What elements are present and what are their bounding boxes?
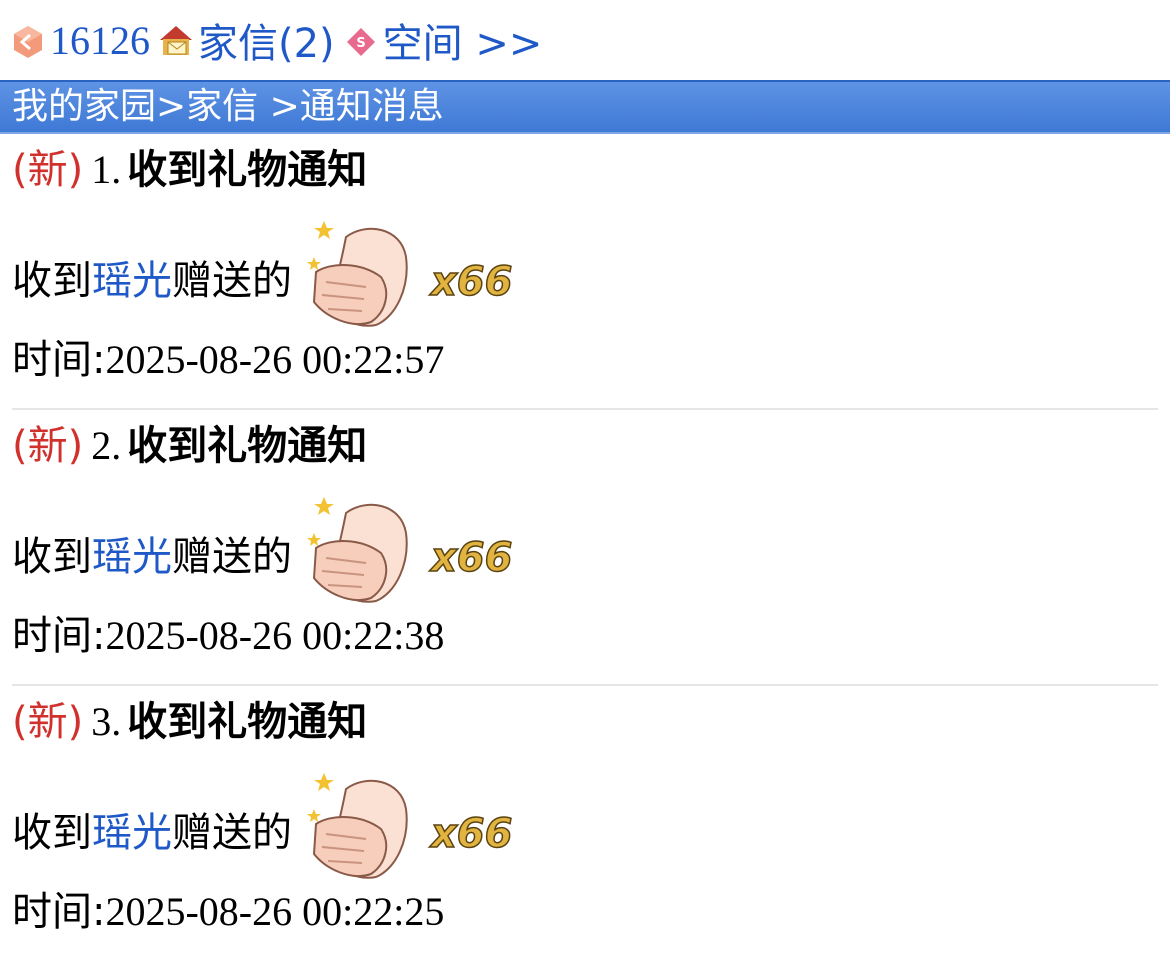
notification-time: 时间:2025-08-26 00:22:38 <box>12 613 445 659</box>
item-number: 2. <box>91 423 122 468</box>
user-cube-icon <box>10 20 46 60</box>
new-tag: (新) <box>12 699 84 745</box>
top-nav: 16126 家信(2) S 空间 >> <box>0 0 1170 80</box>
item-number: 1. <box>91 147 122 192</box>
gift-quantity: x66 <box>429 811 512 857</box>
sender-link[interactable]: 瑶光 <box>92 800 172 858</box>
gift-quantity: x66 <box>429 259 512 305</box>
gift-quantity: x66 <box>429 535 512 581</box>
notification-item: (新) 3. 收到礼物通知 收到 瑶光 赠送的 x66 时间:2025-08-26 00… <box>12 686 1158 962</box>
notification-list: (新) 1. 收到礼物通知 收到 瑶光 赠送的 x66 时间:2025-08-26 00… <box>0 134 1170 962</box>
breadcrumb: 我的家园>家信 >通知消息 <box>0 80 1170 134</box>
notification-title-row[interactable]: (新) 1. 收到礼物通知 <box>12 147 367 193</box>
clapping-hands-icon: x66 <box>306 769 576 889</box>
notification-title-row[interactable]: (新) 2. 收到礼物通知 <box>12 423 367 469</box>
notification-item: (新) 2. 收到礼物通知 收到 瑶光 赠送的 x66 时间:2025-08-26 00… <box>12 410 1158 686</box>
svg-text:S: S <box>356 36 365 51</box>
message-suffix: 赠送的 <box>172 810 292 856</box>
notification-time: 时间:2025-08-26 00:22:57 <box>12 337 445 383</box>
space-link[interactable]: 空间 >> <box>383 11 543 69</box>
time-label: 时间: <box>12 613 106 659</box>
clapping-hands-icon: x66 <box>306 217 576 337</box>
time-label: 时间: <box>12 889 106 935</box>
gift-message: 收到 瑶光 赠送的 x66 <box>12 497 576 608</box>
notification-item: (新) 1. 收到礼物通知 收到 瑶光 赠送的 x66 时间:2025-08-26 00… <box>12 134 1158 410</box>
message-prefix: 收到 <box>12 258 92 304</box>
item-number: 3. <box>91 699 122 744</box>
time-label: 时间: <box>12 337 106 383</box>
notification-title[interactable]: 收到礼物通知 <box>127 147 367 193</box>
space-diamond-icon: S <box>343 20 379 60</box>
message-prefix: 收到 <box>12 534 92 580</box>
sender-link[interactable]: 瑶光 <box>92 248 172 306</box>
time-value: 2025-08-26 00:22:25 <box>105 889 445 934</box>
notification-title[interactable]: 收到礼物通知 <box>127 699 367 745</box>
mail-house-icon <box>158 20 194 60</box>
message-prefix: 收到 <box>12 810 92 856</box>
gift-message: 收到 瑶光 赠送的 x66 <box>12 773 576 884</box>
notification-time: 时间:2025-08-26 00:22:25 <box>12 889 445 935</box>
mail-link[interactable]: 家信(2) <box>198 11 335 69</box>
time-value: 2025-08-26 00:22:38 <box>105 613 445 658</box>
message-suffix: 赠送的 <box>172 258 292 304</box>
time-value: 2025-08-26 00:22:57 <box>105 337 445 382</box>
new-tag: (新) <box>12 423 84 469</box>
sender-link[interactable]: 瑶光 <box>92 524 172 582</box>
notification-title[interactable]: 收到礼物通知 <box>127 423 367 469</box>
user-id-link[interactable]: 16126 <box>50 17 150 64</box>
notification-title-row[interactable]: (新) 3. 收到礼物通知 <box>12 699 367 745</box>
message-suffix: 赠送的 <box>172 534 292 580</box>
clapping-hands-icon: x66 <box>306 493 576 613</box>
new-tag: (新) <box>12 147 84 193</box>
gift-message: 收到 瑶光 赠送的 x66 <box>12 221 576 332</box>
